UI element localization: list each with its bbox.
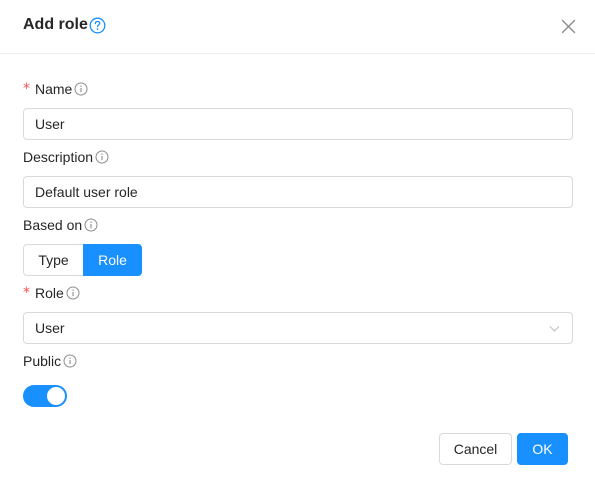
- name-label: * Name: [23, 81, 88, 97]
- dialog-header: Add role: [0, 0, 595, 54]
- info-icon[interactable]: [84, 218, 98, 232]
- based-on-label: Based on: [23, 217, 98, 233]
- based-on-label-text: Based on: [23, 217, 83, 233]
- dialog-title: Add role: [23, 16, 88, 33]
- info-icon[interactable]: [63, 354, 77, 368]
- close-icon[interactable]: [561, 19, 576, 34]
- name-label-text: Name: [35, 81, 73, 97]
- public-label: Public: [23, 353, 77, 369]
- question-circle-icon[interactable]: [89, 17, 106, 34]
- ok-button[interactable]: OK: [517, 433, 568, 465]
- description-label: Description: [23, 149, 109, 165]
- role-label-text: Role: [35, 285, 64, 301]
- role-select[interactable]: User: [23, 312, 573, 344]
- role-label: * Role: [23, 285, 80, 301]
- public-toggle[interactable]: [23, 385, 67, 407]
- add-role-dialog: Add role * Name Description Based on: [0, 0, 595, 488]
- based-on-segmented-control: Type Role: [23, 244, 142, 276]
- description-input[interactable]: [23, 176, 573, 208]
- info-icon[interactable]: [95, 150, 109, 164]
- required-mark: *: [23, 285, 30, 301]
- name-input[interactable]: [23, 108, 573, 140]
- public-label-text: Public: [23, 353, 62, 369]
- info-icon[interactable]: [74, 82, 88, 96]
- toggle-knob: [47, 387, 65, 405]
- role-select-value: User: [35, 320, 65, 336]
- based-on-type-option[interactable]: Type: [23, 244, 83, 276]
- description-label-text: Description: [23, 149, 94, 165]
- info-icon[interactable]: [66, 286, 80, 300]
- required-mark: *: [23, 81, 30, 97]
- based-on-role-option[interactable]: Role: [83, 244, 142, 276]
- chevron-down-icon: [549, 326, 560, 332]
- cancel-button[interactable]: Cancel: [439, 433, 512, 465]
